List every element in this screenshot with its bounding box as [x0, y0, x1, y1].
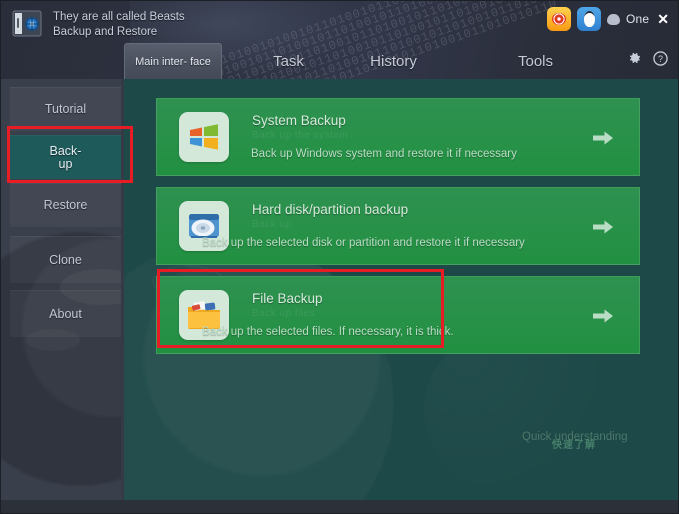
card-title: File Backup	[252, 291, 323, 306]
sidebar: Tutorial Back- up Restore Clone About	[0, 79, 121, 514]
card-title: System Backup	[252, 113, 346, 128]
help-icon[interactable]: ?	[653, 51, 668, 71]
header-actions: One ✕	[546, 7, 671, 31]
tab-task[interactable]: Task	[236, 43, 341, 79]
title-bar: 1001011010010100101101001011010010110100…	[0, 0, 679, 79]
window-bottom-strip	[0, 500, 679, 514]
sidebar-item-tutorial[interactable]: Tutorial	[10, 87, 121, 131]
sidebar-item-restore[interactable]: Restore	[10, 183, 121, 227]
card-disk-partition-backup[interactable]: Hard disk/partition backup Back up Back …	[156, 187, 640, 265]
card-description: Back up Windows system and restore it if…	[251, 148, 517, 160]
card-description: Back up the selected disk or partition a…	[202, 237, 525, 249]
sidebar-item-backup[interactable]: Back- up	[10, 135, 121, 179]
card-description: Back up the selected files. If necessary…	[202, 326, 454, 338]
brand: They are all called Beasts Backup and Re…	[12, 9, 185, 40]
qq-icon[interactable]	[576, 7, 601, 31]
arrow-right-icon[interactable]	[592, 307, 614, 325]
svg-text:?: ?	[658, 54, 663, 64]
close-button[interactable]: ✕	[655, 12, 671, 26]
gear-icon[interactable]	[627, 51, 642, 71]
windows-logo-icon	[179, 112, 229, 162]
card-ghost-text: Back up	[252, 219, 292, 230]
arrow-right-icon[interactable]	[592, 129, 614, 147]
application-window: 1001011010010100101101001011010010110100…	[0, 0, 679, 514]
tab-tools[interactable]: Tools	[478, 43, 593, 79]
tab-history[interactable]: History	[341, 43, 446, 79]
sidebar-item-clone[interactable]: Clone	[10, 236, 121, 283]
tab-spacer	[593, 43, 627, 79]
tab-bar: Main inter- face Task History Tools ?	[0, 43, 679, 79]
card-title: Hard disk/partition backup	[252, 202, 409, 217]
card-file-backup[interactable]: File Backup Back up files Back up the se…	[156, 276, 640, 354]
main-content-panel: System Backup Back up the system Back up…	[124, 79, 679, 500]
header-tool-icons: ?	[627, 43, 679, 79]
weibo-icon[interactable]	[546, 7, 571, 31]
card-ghost-text: Back up files	[252, 308, 316, 319]
safe-vault-icon	[12, 9, 44, 39]
tab-main-interface[interactable]: Main inter- face	[124, 43, 222, 79]
one-label: One	[625, 12, 650, 26]
card-ghost-text: Back up the system	[252, 130, 349, 141]
minimize-icon[interactable]	[606, 13, 620, 25]
app-title: They are all called Beasts Backup and Re…	[53, 11, 185, 38]
card-system-backup[interactable]: System Backup Back up the system Back up…	[156, 98, 640, 176]
sidebar-item-about[interactable]: About	[10, 290, 121, 337]
quick-understanding-link[interactable]: Quick understanding	[522, 431, 627, 443]
arrow-right-icon[interactable]	[592, 218, 614, 236]
